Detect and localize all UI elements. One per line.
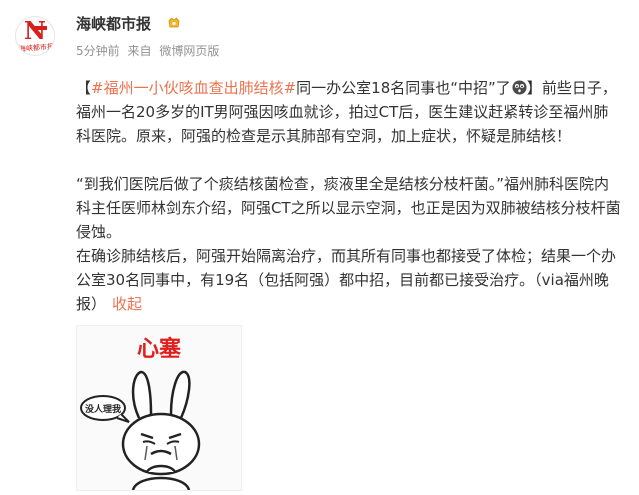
sad-rabbit-meme-icon: 心塞 没人理我	[80, 336, 201, 490]
paragraph-3-text: 在确诊肺结核后，阿强开始隔离治疗，而其所有同事也都接受了体检；结果一个办公室30…	[76, 247, 617, 313]
open-bracket: 【	[76, 79, 92, 97]
post-time[interactable]: 5分钟前	[76, 44, 120, 58]
post-text: 【#福州一小伙咳血查出肺结核#同一办公室18名同事也“中招”了 】前些日子，福州一…	[76, 76, 622, 316]
paragraph-3: 在确诊肺结核后，阿强开始隔离治疗，而其所有同事也都接受了体检；结果一个办公室30…	[76, 244, 622, 316]
hashtag-link[interactable]: #福州一小伙咳血查出肺结核#	[91, 79, 296, 97]
paragraph-2: “到我们医院后做了个痰结核菌检查，痰液里全是结核分枝杆菌。”福州肺科医院内科主任…	[76, 175, 621, 241]
surprised-face-emoji-icon	[512, 80, 527, 95]
paragraph-1: 【#福州一小伙咳血查出肺结核#同一办公室18名同事也“中招”了 】前些日子，福州一…	[76, 76, 622, 148]
image-caption: 心塞	[137, 336, 182, 362]
collapse-link[interactable]: 收起	[112, 295, 142, 313]
logo-bar	[35, 26, 47, 30]
logo-letter: N	[24, 16, 46, 45]
logo-script: 海峡都市报	[18, 42, 55, 54]
close-bracket: 】	[526, 79, 542, 97]
avatar[interactable]: N 海峡都市报	[15, 16, 55, 56]
headline-text: 同一办公室18名同事也“中招”了	[296, 79, 511, 97]
bubble-text: 没人理我	[85, 403, 121, 415]
post-meta: 5分钟前 来自 微博网页版	[76, 42, 223, 60]
gold-verified-badge-icon	[168, 17, 180, 28]
weibo-post-card: N 海峡都市报 海峡都市报 5分钟前 来自 微博网页版 【#福州一小伙咳血查出肺…	[0, 0, 639, 495]
account-name[interactable]: 海峡都市报	[76, 13, 151, 35]
post-source[interactable]: 微博网页版	[159, 44, 219, 58]
post-image[interactable]: 心塞 没人理我	[76, 325, 242, 491]
from-label: 来自	[127, 44, 152, 58]
